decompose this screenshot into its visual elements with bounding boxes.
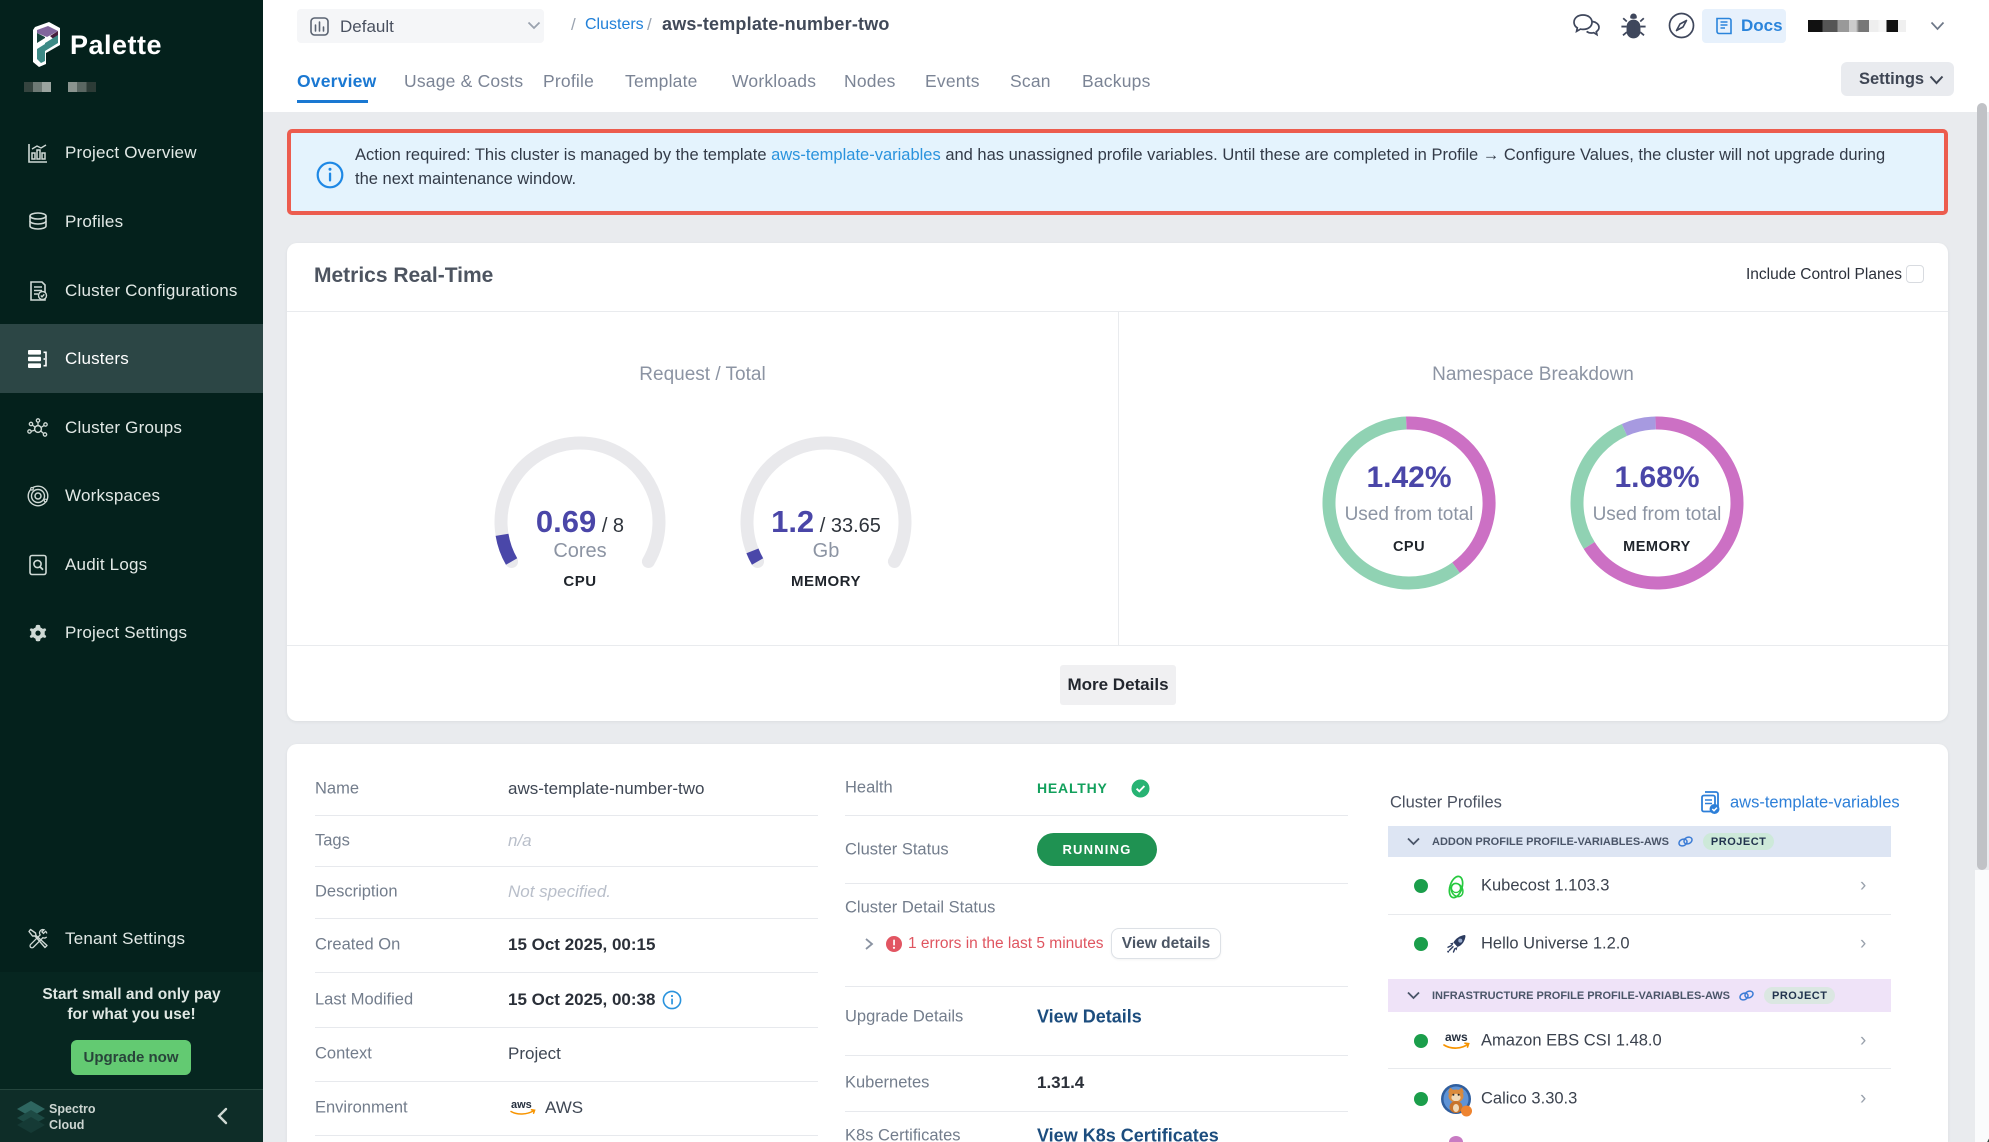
- svg-text:aws: aws: [1445, 1030, 1468, 1044]
- svg-text:aws: aws: [511, 1099, 532, 1111]
